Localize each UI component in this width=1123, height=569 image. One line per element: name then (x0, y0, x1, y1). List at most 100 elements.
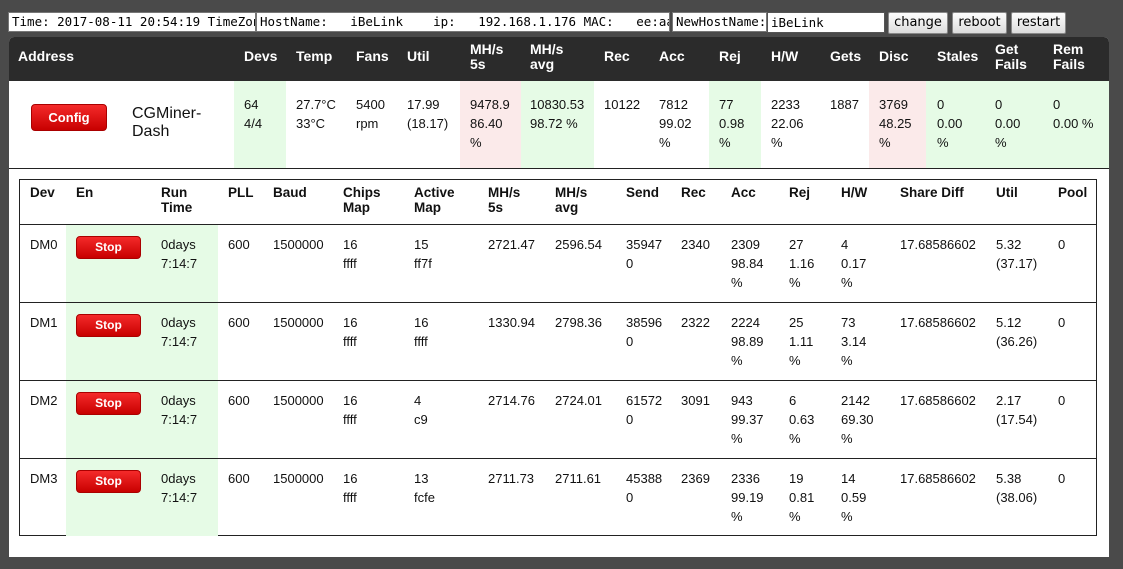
host-info-field: HostName: iBeLink ip: 192.168.1.176 MAC:… (256, 12, 670, 32)
device-pll: 600 (228, 471, 250, 486)
device-mhs5s: 2714.76 (488, 393, 535, 408)
summary-hw: 2233 22.06 % (771, 97, 804, 150)
col-hw: H/W (771, 48, 799, 64)
miner-name: CGMiner- Dash (132, 105, 202, 140)
device-rec: 2322 (681, 315, 710, 330)
dcol-rec: Rec (681, 185, 706, 200)
device-hw: 2142 69.30 % (841, 393, 874, 446)
device-rec: 3091 (681, 393, 710, 408)
top-bar: Time: 2017-08-11 20:54:19 TimeZone: E8 H… (0, 0, 1123, 36)
device-mhs5s: 2721.47 (488, 237, 535, 252)
col-fans: Fans (356, 48, 389, 64)
summary-disc: 3769 48.25 % (879, 97, 912, 150)
device-sharediff: 17.68586602 (900, 315, 976, 330)
device-util: 5.32 (37.17) (996, 237, 1038, 271)
device-active: 13 fcfe (414, 471, 435, 505)
device-acc: 943 99.37 % (731, 393, 764, 446)
col-mhs5s: MH/s 5s (470, 41, 504, 72)
device-chips: 16 ffff (343, 237, 358, 271)
device-baud: 1500000 (273, 237, 324, 252)
stop-button[interactable]: Stop (76, 392, 141, 415)
stop-button[interactable]: Stop (76, 236, 141, 259)
stop-button[interactable]: Stop (76, 314, 141, 337)
dcol-send: Send (626, 185, 660, 200)
dcol-en: En (76, 185, 94, 200)
device-chips: 16 ffff (343, 471, 358, 505)
col-address: Address (18, 48, 75, 64)
dcol-sharediff: Share Diff (900, 185, 964, 200)
device-mhsavg: 2711.61 (555, 471, 602, 486)
dcol-runtime: Run Time (161, 185, 193, 215)
device-table: Dev En Run Time PLL Baud Chips Map Activ… (19, 179, 1097, 536)
device-util: 5.12 (36.26) (996, 315, 1038, 349)
summary-util: 17.99 (18.17) (407, 97, 449, 131)
col-acc: Acc (659, 48, 685, 64)
device-pool: 0 (1058, 315, 1066, 330)
summary-row: Config CGMiner- Dash 64 4/4 27.7°C 33°C … (9, 81, 1109, 168)
device-row: DM1 Stop 0days 7:14:7 600 1500000 16 fff… (20, 302, 1096, 381)
dcol-acc: Acc (731, 185, 756, 200)
summary-mhs5s: 9478.9 86.40 % (470, 97, 510, 150)
device-mhs5s: 1330.94 (488, 315, 535, 330)
dcol-hw: H/W (841, 185, 868, 200)
device-pll: 600 (228, 393, 250, 408)
col-rec: Rec (604, 48, 630, 64)
device-acc: 2336 99.19 % (731, 471, 764, 524)
device-rej: 27 1.16 % (789, 237, 815, 290)
summary-acc: 7812 99.02 % (659, 97, 692, 150)
device-pll: 600 (228, 237, 250, 252)
dcol-mhs5s: MH/s 5s (488, 185, 521, 215)
summary-rec: 10122 (604, 97, 641, 112)
device-hw: 14 0.59 % (841, 471, 867, 524)
device-mhs5s: 2711.73 (488, 471, 535, 486)
device-runtime: 0days 7:14:7 (161, 237, 198, 271)
device-util: 2.17 (17.54) (996, 393, 1038, 427)
device-pool: 0 (1058, 471, 1066, 486)
device-rej: 25 1.11 % (789, 315, 814, 368)
dcol-chips: Chips Map (343, 185, 381, 215)
device-runtime: 0days 7:14:7 (161, 471, 198, 505)
restart-button[interactable]: restart (1011, 12, 1066, 34)
device-hw: 4 0.17 % (841, 237, 867, 290)
device-chips: 16 ffff (343, 315, 358, 349)
time-field: Time: 2017-08-11 20:54:19 TimeZone: E8 (8, 12, 256, 32)
summary-header: Address Devs Temp Fans Util MH/s 5s MH/s… (9, 37, 1109, 81)
device-active: 15 ff7f (414, 237, 432, 271)
col-remfails: Rem Fails (1053, 41, 1085, 72)
dcol-rej: Rej (789, 185, 811, 200)
device-row: DM2 Stop 0days 7:14:7 600 1500000 16 fff… (20, 380, 1096, 459)
config-button[interactable]: Config (31, 104, 107, 131)
device-pll: 600 (228, 315, 250, 330)
device-rec: 2340 (681, 237, 710, 252)
stop-button[interactable]: Stop (76, 470, 141, 493)
newhost-input[interactable]: iBeLink (767, 12, 885, 33)
reboot-button[interactable]: reboot (952, 12, 1007, 34)
dcol-active: Active Map (414, 185, 455, 215)
col-rej: Rej (719, 48, 741, 64)
summary-remfails: 0 0.00 % (1053, 97, 1094, 131)
change-button[interactable]: change (888, 12, 948, 34)
summary-mhsavg: 10830.53 98.72 % (530, 97, 585, 131)
summary-stales: 0 0.00 % (937, 97, 963, 150)
device-pool: 0 (1058, 237, 1066, 252)
dcol-dev: Dev (30, 185, 55, 200)
summary-getfails: 0 0.00 % (995, 97, 1021, 150)
device-hw: 73 3.14 % (841, 315, 867, 368)
device-acc: 2224 98.89 % (731, 315, 764, 368)
col-stales: Stales (937, 48, 979, 64)
summary-gets: 1887 (830, 97, 859, 112)
device-runtime: 0days 7:14:7 (161, 393, 198, 427)
device-active: 4 c9 (414, 393, 428, 427)
device-send: 35947 0 (626, 237, 663, 271)
device-rej: 19 0.81 % (789, 471, 815, 524)
col-gets: Gets (830, 48, 862, 64)
device-send: 45388 0 (626, 471, 663, 505)
summary-devs: 64 4/4 (244, 97, 263, 131)
col-util: Util (407, 48, 430, 64)
device-table-header: Dev En Run Time PLL Baud Chips Map Activ… (20, 180, 1096, 224)
device-chips: 16 ffff (343, 393, 358, 427)
dcol-pll: PLL (228, 185, 254, 200)
device-baud: 1500000 (273, 471, 324, 486)
newhost-label: NewHostName: (672, 12, 767, 32)
device-send: 61572 0 (626, 393, 663, 427)
